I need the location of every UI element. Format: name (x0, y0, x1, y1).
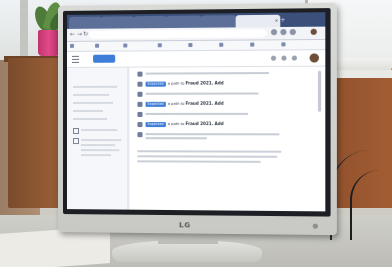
browser-tab[interactable] (165, 15, 202, 29)
feed-row[interactable] (137, 130, 302, 140)
sidebar-line (72, 85, 118, 88)
feed-text: Expected a path to Fraud 2021. Add (145, 80, 224, 87)
monitor-brand-logo: LG (179, 221, 191, 230)
sidebar-line (80, 129, 118, 132)
feed-text: Expected a path to Fraud 2021. Add (145, 121, 224, 128)
sidebar (66, 67, 129, 210)
browser-tab[interactable] (133, 15, 167, 29)
feed-title: Fraud 2021. Add (185, 100, 224, 106)
photo-scene: × + ← → ↻ Expected a path to Fraud 2021.… (0, 0, 392, 267)
feed-row[interactable] (137, 110, 302, 119)
feed-line (145, 133, 280, 136)
feed-line (145, 92, 259, 95)
feed-title: Fraud 2021. Add (185, 121, 224, 127)
avatar[interactable] (309, 53, 320, 63)
sidebar-line (80, 139, 122, 142)
feed-label: a path to (167, 101, 185, 106)
tag-label: Expected (145, 101, 166, 107)
tag-label: Expected (145, 122, 166, 128)
sidebar-line (80, 154, 112, 157)
document-icon (137, 71, 143, 77)
feed-line (145, 112, 249, 115)
feed-line (145, 137, 207, 140)
bookmark-item[interactable] (95, 43, 100, 50)
address-bar[interactable] (89, 29, 267, 39)
browser-tab[interactable] (68, 16, 103, 29)
paper-stack (330, 70, 392, 78)
bookmark-item[interactable] (250, 42, 255, 49)
bookmark-item[interactable] (219, 42, 224, 49)
window-bar (20, 0, 28, 62)
extension-icon[interactable] (280, 28, 287, 36)
sidebar-line (80, 144, 116, 147)
document-icon (137, 101, 143, 107)
close-icon[interactable]: × (275, 15, 278, 27)
app-header (66, 50, 326, 68)
feed-row[interactable] (137, 69, 302, 79)
cable (350, 170, 392, 240)
tag-label: Expected (145, 81, 166, 87)
feed-row[interactable]: Expected a path to Fraud 2021. Add (137, 120, 302, 129)
paragraph-line (137, 150, 282, 153)
document-icon (137, 122, 143, 128)
document-icon (137, 111, 143, 117)
primary-action-button[interactable] (93, 54, 116, 63)
feed-row[interactable]: Expected a path to Fraud 2021. Add (137, 79, 302, 89)
bookmark-item[interactable] (123, 42, 128, 49)
extension-icon[interactable] (289, 28, 296, 36)
sidebar-line (72, 109, 104, 112)
feed-text: Expected a path to Fraud 2021. Add (145, 100, 224, 107)
plus-icon[interactable]: + (280, 15, 285, 26)
document-icon (137, 91, 143, 97)
sidebar-line (72, 101, 114, 104)
power-button (312, 223, 318, 229)
browser-tab[interactable] (101, 16, 135, 29)
sidebar-line (80, 149, 120, 152)
feed-label: a path to (167, 122, 185, 127)
paragraph-line (137, 160, 261, 163)
forward-arrow-icon[interactable]: → (77, 31, 82, 39)
bookmark-item[interactable] (188, 42, 193, 49)
monitor-screen: × + ← → ↻ Expected a path to Fraud 2021.… (66, 12, 326, 212)
paragraph-line (137, 155, 278, 158)
hamburger-menu-icon[interactable] (71, 55, 79, 63)
document-icon (137, 132, 143, 138)
feed-row[interactable] (137, 89, 302, 99)
bookmark-item[interactable] (70, 43, 75, 50)
feed-line (145, 72, 269, 75)
feed-label: a path to (167, 81, 185, 86)
notification-icon[interactable] (281, 55, 287, 61)
sidebar-line (72, 93, 110, 96)
monitor: × + ← → ↻ Expected a path to Fraud 2021.… (58, 2, 337, 236)
search-icon[interactable] (270, 55, 277, 61)
bookmark-item[interactable] (158, 42, 163, 49)
settings-icon[interactable] (291, 55, 298, 61)
document-icon (137, 81, 143, 87)
browser-tab[interactable] (200, 15, 237, 28)
main-content: Expected a path to Fraud 2021. Add Expect… (129, 66, 326, 212)
plant-pot (38, 30, 60, 56)
checkbox-icon[interactable] (72, 138, 79, 145)
browser-tab-active[interactable]: × (235, 14, 281, 28)
feed-title: Fraud 2021. Add (185, 80, 224, 86)
back-arrow-icon[interactable]: ← (70, 31, 75, 39)
checkbox-icon[interactable] (72, 128, 79, 135)
reload-icon[interactable]: ↻ (83, 31, 88, 39)
scrollbar[interactable] (317, 70, 322, 112)
bookmark-item[interactable] (281, 41, 286, 48)
profile-icon[interactable] (310, 28, 317, 35)
feed-row[interactable]: Expected a path to Fraud 2021. Add (137, 100, 302, 109)
extension-icon[interactable] (270, 29, 278, 36)
sidebar-line (72, 117, 108, 121)
